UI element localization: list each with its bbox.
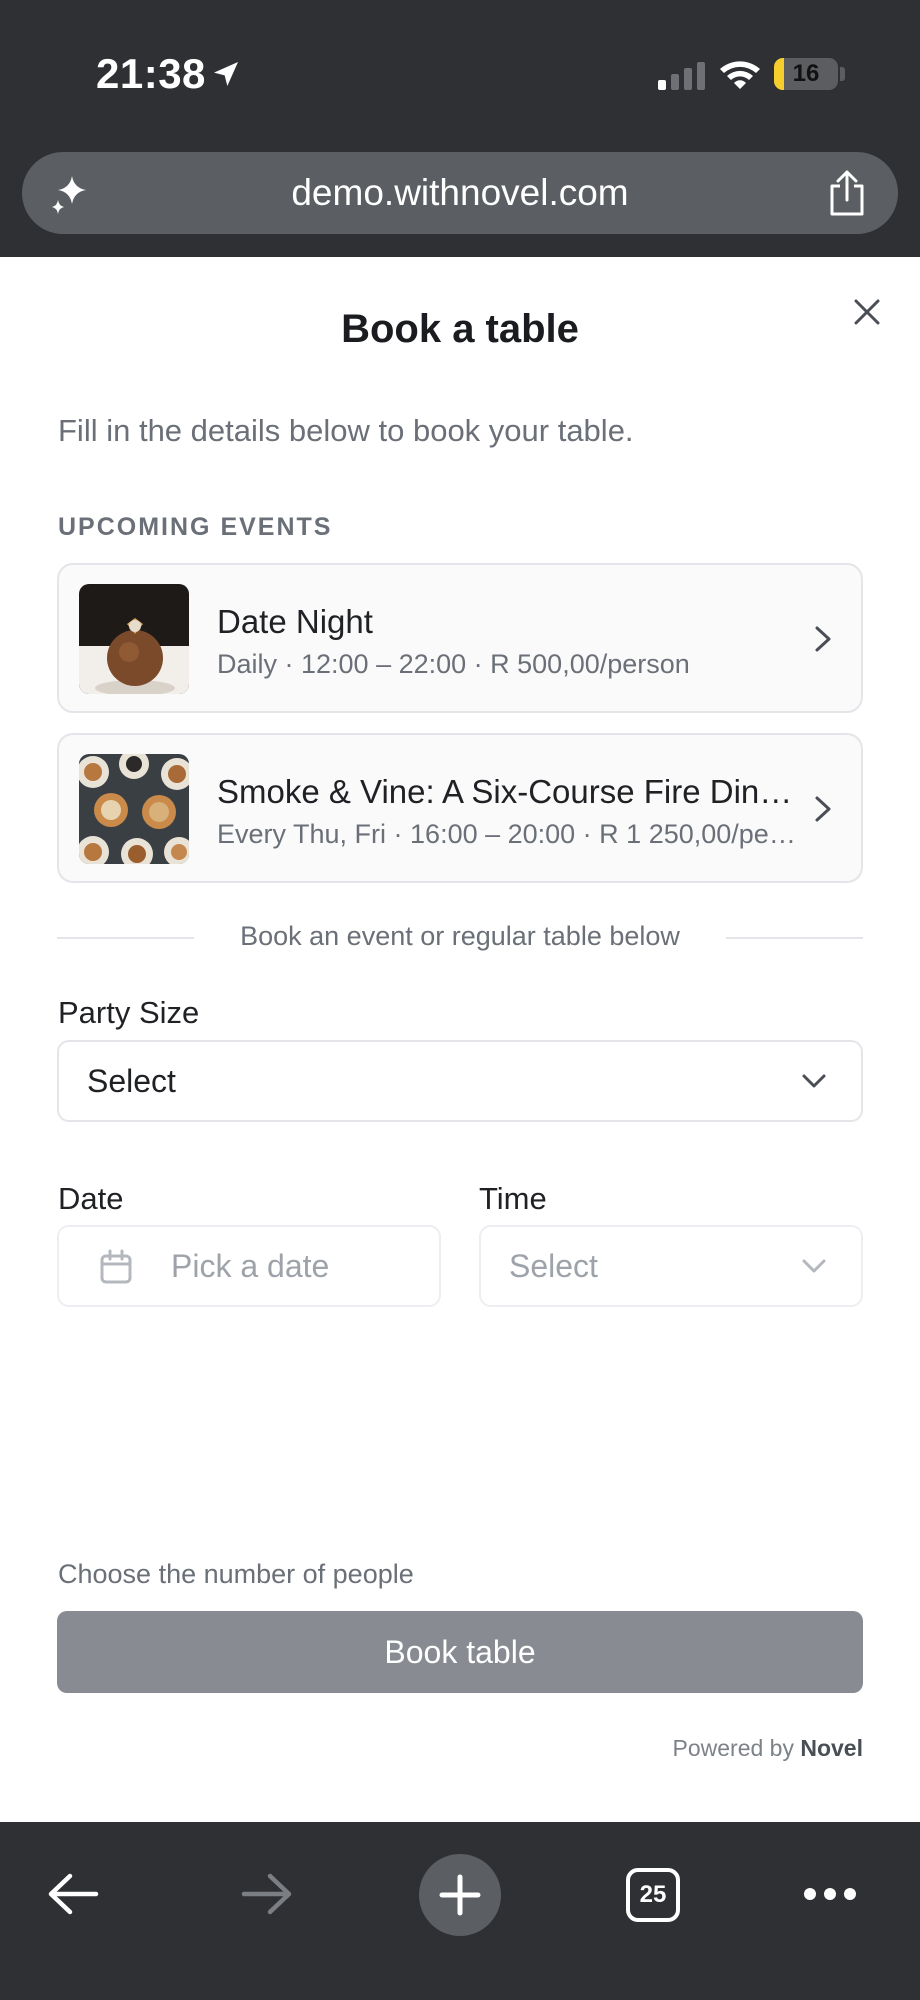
book-table-button[interactable]: Book table xyxy=(57,1611,863,1693)
forward-arrow-icon[interactable] xyxy=(240,1872,294,1916)
party-size-hint: Choose the number of people xyxy=(58,1559,414,1589)
upcoming-events-heading: UPCOMING EVENTS xyxy=(58,513,333,541)
booking-sheet: Book a table Fill in the details below t… xyxy=(0,257,920,1822)
divider-line-right xyxy=(726,937,863,939)
status-bar: 21:38 16 xyxy=(0,0,920,140)
cellular-signal-icon xyxy=(658,62,705,90)
battery-indicator: 16 xyxy=(774,58,838,90)
date-label: Date xyxy=(58,1181,124,1216)
event-name: Smoke & Vine: A Six-Course Fire Dinner xyxy=(217,773,797,810)
address-bar[interactable]: demo.withnovel.com xyxy=(22,152,898,234)
event-details: Daily · 12:00 – 22:00 · R 500,00/person xyxy=(217,649,690,679)
date-placeholder: Pick a date xyxy=(171,1248,330,1284)
chevron-down-icon xyxy=(802,1074,826,1088)
time-value: Select xyxy=(509,1248,598,1284)
event-card-date-night[interactable]: Date Night Daily · 12:00 – 22:00 · R 500… xyxy=(57,563,863,713)
date-picker[interactable]: Pick a date xyxy=(57,1225,441,1307)
page-title: Book a table xyxy=(341,307,579,351)
chevron-down-icon xyxy=(802,1259,826,1273)
event-thumbnail xyxy=(79,754,189,864)
time-label: Time xyxy=(479,1181,547,1216)
event-card-smoke-and-vine[interactable]: Smoke & Vine: A Six-Course Fire Dinner E… xyxy=(57,733,863,883)
party-size-value: Select xyxy=(87,1063,176,1099)
time-select[interactable]: Select xyxy=(479,1225,863,1307)
chevron-right-icon xyxy=(815,796,831,822)
event-thumbnail xyxy=(79,584,189,694)
location-arrow-icon xyxy=(214,62,238,86)
share-icon[interactable] xyxy=(826,170,868,216)
status-time: 21:38 xyxy=(96,50,206,97)
back-arrow-icon[interactable] xyxy=(46,1872,100,1916)
url-text[interactable]: demo.withnovel.com xyxy=(22,152,898,234)
intro-text: Fill in the details below to book your t… xyxy=(58,413,634,448)
event-details: Every Thu, Fri · 16:00 – 20:00 · R 1 250… xyxy=(217,819,797,849)
new-tab-button[interactable] xyxy=(419,1854,501,1936)
event-name: Date Night xyxy=(217,603,373,640)
battery-terminal xyxy=(840,67,845,81)
powered-by-brand[interactable]: Novel xyxy=(800,1735,863,1761)
browser-toolbar: 25 xyxy=(0,1822,920,2000)
powered-by-prefix: Powered by xyxy=(672,1735,794,1761)
party-size-select[interactable]: Select xyxy=(57,1040,863,1122)
party-size-label: Party Size xyxy=(58,995,200,1030)
more-options-icon[interactable] xyxy=(802,1882,858,1906)
plus-icon xyxy=(439,1874,481,1916)
battery-level: 16 xyxy=(792,60,820,87)
wifi-icon xyxy=(720,61,760,89)
powered-by: Powered by Novel xyxy=(673,1735,864,1762)
tabs-button[interactable]: 25 xyxy=(626,1868,680,1922)
chevron-right-icon xyxy=(815,626,831,652)
calendar-icon xyxy=(100,1249,132,1284)
